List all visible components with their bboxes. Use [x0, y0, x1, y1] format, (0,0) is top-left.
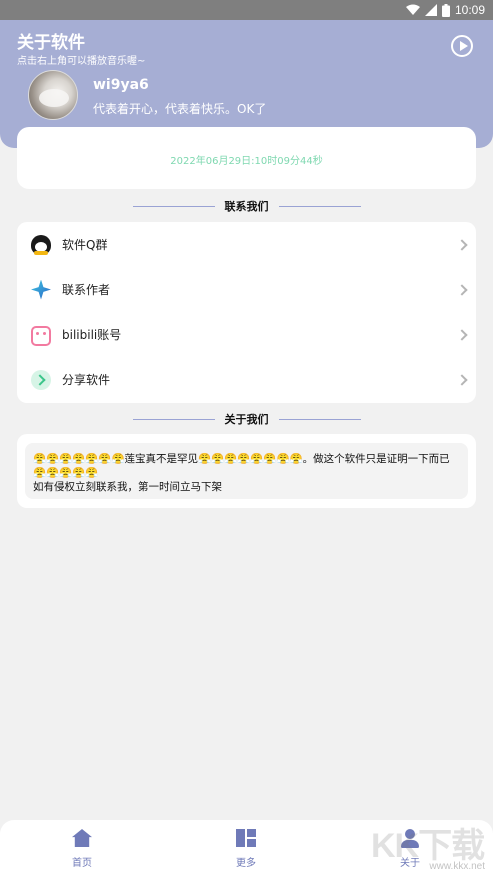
list-item-contact-author[interactable]: 联系作者 [17, 267, 476, 312]
watermark: KK下载 www.kkx.net [371, 818, 489, 876]
chevron-right-icon [456, 283, 468, 296]
wifi-icon [405, 4, 420, 15]
battery-icon [441, 3, 450, 17]
page-title: 关于软件 [17, 33, 85, 53]
status-bar: 10:09 [0, 0, 493, 20]
share-arrow-icon [31, 369, 51, 390]
contact-list: 软件Q群 联系作者 bilibili账号 分享软件 [17, 222, 476, 403]
list-item-label: 软件Q群 [62, 238, 108, 252]
list-item-label: 联系作者 [62, 283, 111, 297]
divider-line [132, 418, 215, 420]
chevron-right-icon [456, 373, 468, 386]
about-text-line-2: 如有侵权立刻联系我，第一时间立马下架 [33, 481, 222, 493]
contact-section-title: 联系我们 [0, 196, 493, 216]
date-card: 2022年06月29日:10时09分44秒 [17, 127, 476, 189]
signal-icon [424, 4, 437, 16]
about-card: 😤😤😤😤😤😤😤莲宝真不是罕见😤😤😤😤😤😤😤😤。做这个软件只是证明一下而已😤😤😤😤… [17, 434, 476, 508]
grid-icon [236, 829, 256, 847]
bilibili-tv-icon [31, 326, 51, 346]
chevron-right-icon [456, 328, 468, 341]
divider-line [132, 205, 215, 207]
play-circle-icon[interactable] [451, 35, 473, 57]
list-item-label: bilibili账号 [62, 328, 122, 342]
status-time: 10:09 [454, 3, 485, 17]
list-item-bilibili[interactable]: bilibili账号 [17, 312, 476, 357]
page-subtitle: 点击右上角可以播放音乐喔~ [17, 56, 146, 67]
avatar [28, 70, 78, 120]
about-text-box: 😤😤😤😤😤😤😤莲宝真不是罕见😤😤😤😤😤😤😤😤。做这个软件只是证明一下而已😤😤😤😤… [25, 443, 468, 499]
home-icon [72, 829, 92, 847]
divider-line [278, 418, 361, 420]
about-section-label: 关于我们 [224, 413, 269, 426]
user-motto: 代表着开心，代表着快乐。OK了 [93, 102, 267, 116]
tab-label: 首页 [72, 858, 92, 869]
list-item-label: 分享软件 [62, 373, 111, 387]
chevron-right-icon [456, 238, 468, 251]
qq-penguin-icon [31, 234, 51, 255]
list-item-qq-group[interactable]: 软件Q群 [17, 222, 476, 267]
watermark-logo: KK下载 [371, 827, 485, 865]
divider-line [278, 205, 361, 207]
sparkle-star-icon [31, 279, 51, 300]
list-item-share[interactable]: 分享软件 [17, 357, 476, 402]
tab-label: 更多 [236, 858, 256, 869]
username: wi9ya6 [93, 77, 149, 93]
current-datetime: 2022年06月29日:10时09分44秒 [170, 156, 323, 167]
tab-home[interactable]: 首页 [0, 820, 164, 876]
about-text-line-1: 😤😤😤😤😤😤😤莲宝真不是罕见😤😤😤😤😤😤😤😤。做这个软件只是证明一下而已😤😤😤😤… [33, 453, 450, 479]
contact-section-label: 联系我们 [224, 200, 269, 213]
watermark-url: www.kkx.net [429, 861, 485, 872]
status-icons: 10:09 [405, 3, 485, 17]
about-section-title: 关于我们 [0, 409, 493, 429]
tab-more[interactable]: 更多 [164, 820, 328, 876]
